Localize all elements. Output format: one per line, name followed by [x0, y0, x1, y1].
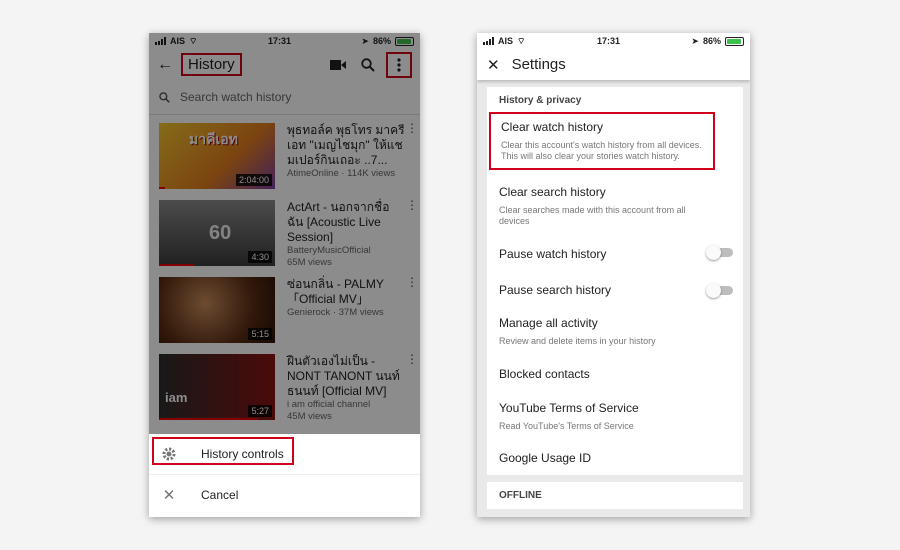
- wifi-icon: ⌔: [517, 35, 526, 46]
- pause-watch-history-item[interactable]: Pause watch history: [487, 234, 743, 272]
- item-title: Manage all activity: [499, 316, 598, 330]
- item-title: Pause search history: [499, 283, 612, 297]
- settings-screen: AIS ⌔ 17:31 ➤ 86% ✕ Settings History & p…: [477, 33, 750, 517]
- highlight-box: [152, 437, 294, 465]
- close-icon[interactable]: ✕: [487, 56, 500, 74]
- offline-section-header: OFFLINE: [487, 482, 743, 509]
- item-subtitle: Clear this account's watch history from …: [501, 140, 702, 161]
- settings-list: History & privacy Clear watch history Cl…: [477, 80, 750, 517]
- terms-of-service-item[interactable]: YouTube Terms of Service Read YouTube's …: [487, 394, 743, 439]
- battery-icon: [724, 36, 744, 46]
- item-subtitle: Clear searches made with this account fr…: [499, 205, 686, 226]
- location-icon: ➤: [691, 35, 699, 46]
- status-bar: AIS ⌔ 17:31 ➤ 86%: [477, 33, 750, 49]
- carrier: AIS: [498, 36, 514, 46]
- clear-watch-history-item[interactable]: Clear watch history Clear this account's…: [489, 112, 715, 170]
- bottom-sheet: History controls ✕ Cancel: [149, 434, 420, 517]
- clock: 17:31: [596, 36, 620, 46]
- history-screen: AIS ⌔ 17:31 ➤ 86% ← History Search watch…: [149, 33, 420, 517]
- item-title: YouTube Terms of Service: [499, 401, 639, 415]
- signal-icon: [483, 37, 494, 45]
- item-title: Google Usage ID: [499, 451, 592, 465]
- app-bar: ✕ Settings: [477, 49, 750, 80]
- item-title: Clear watch history: [501, 120, 604, 134]
- item-subtitle: Review and delete items in your history: [499, 336, 656, 346]
- item-title: Clear search history: [499, 185, 606, 199]
- item-title: Pause watch history: [499, 247, 607, 261]
- pause-search-toggle[interactable]: [706, 282, 733, 298]
- battery-percent: 86%: [702, 36, 721, 46]
- pause-search-history-item[interactable]: Pause search history: [487, 272, 743, 309]
- manage-activity-item[interactable]: Manage all activity Review and delete it…: [487, 309, 743, 354]
- item-title: Blocked contacts: [499, 367, 590, 381]
- pause-watch-toggle[interactable]: [706, 245, 733, 260]
- clear-search-history-item[interactable]: Clear search history Clear searches made…: [487, 178, 743, 234]
- blocked-contacts-item[interactable]: Blocked contacts: [487, 354, 743, 394]
- cancel-button[interactable]: ✕ Cancel: [149, 475, 420, 515]
- history-privacy-card: History & privacy Clear watch history Cl…: [487, 87, 743, 475]
- page-title: Settings: [511, 56, 566, 73]
- close-icon: ✕: [162, 487, 176, 504]
- section-header: History & privacy: [499, 95, 582, 106]
- cancel-label: Cancel: [201, 488, 239, 502]
- item-subtitle: Read YouTube's Terms of Service: [499, 421, 634, 431]
- google-usage-id-item[interactable]: Google Usage ID: [487, 439, 743, 475]
